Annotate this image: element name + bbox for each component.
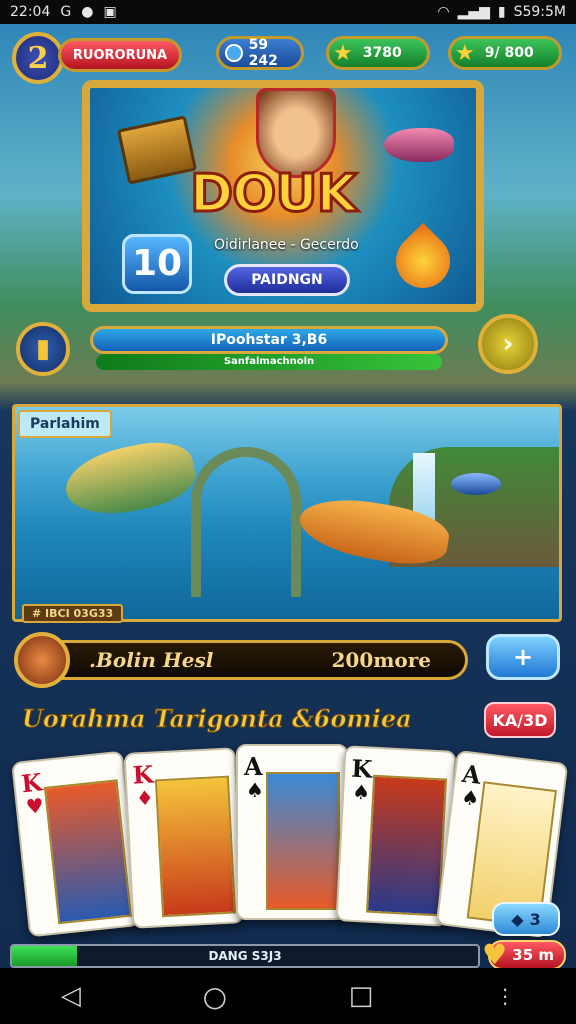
- card-art: [43, 779, 132, 925]
- playing-card[interactable]: K ♥: [11, 750, 141, 938]
- google-icon: G: [60, 4, 72, 20]
- card-rank: A: [244, 752, 263, 781]
- small-fish: [451, 473, 501, 495]
- scene-tag: Parlahim: [18, 410, 112, 438]
- flame-icon: [384, 222, 462, 300]
- player-avatar[interactable]: [14, 632, 70, 688]
- game-screen: 2 RUORORUNA 59 242 ★ 3780 ★ 9/ 800 10 DO…: [0, 24, 576, 968]
- gem-count: 3: [529, 909, 541, 929]
- left-gold-button[interactable]: ▮: [16, 322, 70, 376]
- signal-icon: ▂▄▆: [457, 4, 490, 20]
- star-gem-icon: ★: [455, 40, 475, 66]
- play-button[interactable]: PAIDNGN: [224, 264, 350, 296]
- heart-icon: ♥: [482, 938, 508, 968]
- sub-progress-bar: Sanfalmachnoln: [96, 354, 442, 370]
- wifi-icon: ◠: [437, 4, 450, 20]
- scene-rank: # IBCI 03G33: [22, 604, 124, 623]
- progress-bar[interactable]: IPoohstar 3,B6: [90, 326, 448, 354]
- gem-counter[interactable]: ◆ 3: [492, 902, 560, 936]
- diamond-icon: ◆: [511, 909, 524, 929]
- card-art: [266, 772, 340, 910]
- card-suit: ♥: [24, 793, 45, 819]
- score-right-text: 200more: [331, 648, 431, 672]
- timer-value: 35 m: [512, 946, 554, 964]
- playing-card[interactable]: K ♦: [123, 747, 245, 929]
- hero-subtitle: Oidirlanee - Gecerdo: [214, 237, 359, 253]
- section-red-button[interactable]: KA/3D: [484, 702, 556, 738]
- plus-icon: +: [512, 643, 534, 671]
- playing-card[interactable]: A ♠: [236, 744, 348, 920]
- next-arrow-button[interactable]: ›: [478, 314, 538, 374]
- stars-value: 3780: [362, 45, 402, 61]
- clock: 22:04: [10, 4, 51, 20]
- section-title: Uorahma Tarigonta &6omiea: [22, 704, 413, 734]
- back-icon[interactable]: ◁: [61, 981, 81, 1011]
- bottom-bar-label: DANG S3J3: [208, 949, 282, 963]
- counter-badge: 10: [122, 234, 192, 294]
- bottom-progress-bar: DANG S3J3: [10, 944, 480, 968]
- star-icon: ★: [333, 40, 353, 66]
- coins-value: 59 242: [248, 37, 278, 69]
- card-suit: ♠: [351, 779, 371, 805]
- home-icon[interactable]: ○: [203, 980, 227, 1013]
- player-name-pill[interactable]: RUORORUNA: [58, 38, 182, 72]
- app-icon: ▣: [103, 4, 117, 20]
- status-bar: 22:04 G ● ▣ ◠ ▂▄▆ ▮ S59:5M: [0, 0, 576, 24]
- card-art: [365, 774, 448, 917]
- stars-pill[interactable]: ★ 3780: [326, 36, 430, 70]
- big-fish-left: [59, 434, 201, 524]
- fish-icon: [384, 128, 454, 162]
- notification-icon: ●: [81, 4, 94, 20]
- level-badge[interactable]: 2: [12, 32, 64, 84]
- game-logo: DOUK: [189, 163, 359, 226]
- coins-pill[interactable]: 59 242: [216, 36, 304, 70]
- battery-icon: ▮: [497, 4, 506, 20]
- more-icon[interactable]: ⋮: [495, 984, 515, 1008]
- recent-apps-icon[interactable]: □: [349, 981, 374, 1011]
- navigation-bar: ◁ ○ □ ⋮: [0, 968, 576, 1024]
- hook-icon: [191, 447, 301, 597]
- score-left-text: .Bolin Hesl: [89, 648, 214, 672]
- card-suit: ♠: [246, 778, 264, 802]
- player-name: RUORORUNA: [72, 47, 168, 63]
- add-button[interactable]: +: [486, 634, 560, 680]
- coin-icon: [225, 44, 243, 62]
- card-art: [154, 775, 237, 918]
- status-right-text: S59:5M: [513, 4, 566, 20]
- card-suit: ♠: [459, 784, 481, 811]
- gems-value: 9/ 800: [484, 45, 534, 61]
- card-suit: ♦: [135, 785, 155, 811]
- gems-pill[interactable]: ★ 9/ 800: [448, 36, 562, 70]
- bottom-progress-fill: [12, 946, 78, 966]
- score-bar: .Bolin Hesl 200more: [28, 640, 468, 680]
- chest-icon: [116, 115, 198, 185]
